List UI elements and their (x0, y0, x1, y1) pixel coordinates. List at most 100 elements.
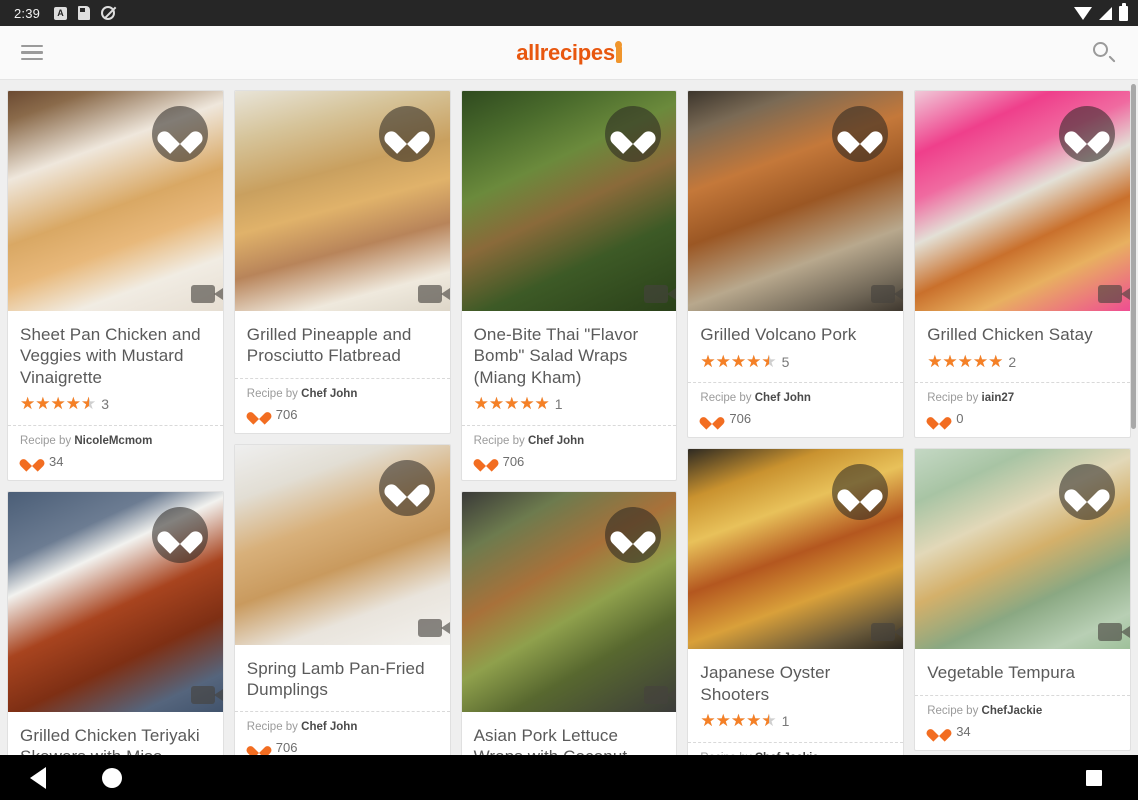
recipe-title[interactable]: Asian Pork Lettuce Wraps with Coconut-Li… (474, 725, 665, 755)
recipe-title[interactable]: Grilled Chicken Satay (927, 324, 1118, 345)
masonry-column-5: Grilled Chicken Satay ★★★★★ ★★★★★ 2 Recipe b… (914, 90, 1131, 751)
recipe-title[interactable]: Grilled Pineapple and Prosciutto Flatbre… (247, 324, 438, 367)
android-tablet-screen: 2:39 A allrecipes Sheet Pan Chicken and … (0, 0, 1138, 800)
recents-square-icon[interactable] (1086, 769, 1102, 786)
recipe-author[interactable]: Recipe by Chef John (247, 388, 438, 400)
recipe-image[interactable] (915, 449, 1130, 650)
recipe-card[interactable]: Grilled Pineapple and Prosciutto Flatbre… (233, 90, 451, 434)
favorite-heart-button[interactable] (1058, 106, 1115, 162)
favorite-count-row: 706 (700, 411, 891, 426)
recipe-card[interactable]: Grilled Chicken Satay ★★★★★ ★★★★★ 2 Recipe b… (914, 90, 1131, 439)
status-bar: 2:39 A (0, 0, 1138, 26)
recipe-author[interactable]: Recipe by Chef John (474, 435, 665, 447)
recipe-by-label: Recipe by (246, 721, 302, 733)
recipe-author[interactable]: Recipe by NicoleMcmom (20, 435, 211, 447)
recipe-image[interactable] (461, 91, 677, 311)
recipe-card-body: One-Bite Thai "Flavor Bomb" Salad Wraps … (462, 311, 677, 414)
favorite-count-row: 706 (247, 740, 438, 755)
recipe-title[interactable]: Grilled Chicken Teriyaki Skewers with Mi… (20, 725, 211, 755)
heart-icon (846, 122, 874, 147)
favorite-count: 706 (275, 740, 298, 755)
star-rating: ★★★★★★★★★★ (474, 395, 550, 412)
masonry-grid: Sheet Pan Chicken and Veggies with Musta… (7, 90, 1131, 755)
recipe-card[interactable]: One-Bite Thai "Flavor Bomb" Salad Wraps … (460, 90, 678, 481)
recipe-card[interactable]: Sheet Pan Chicken and Veggies with Musta… (7, 90, 224, 481)
favorite-heart-button[interactable] (151, 106, 208, 162)
heart-icon (1073, 122, 1101, 147)
recipe-title[interactable]: Japanese Oyster Shooters (700, 662, 891, 705)
apk-icon: A (54, 6, 68, 20)
recipe-card[interactable]: Grilled Chicken Teriyaki Skewers with Mi… (7, 490, 224, 755)
favorite-heart-button[interactable] (1058, 464, 1115, 521)
sd-card-icon (78, 6, 91, 20)
heart-filled-icon (251, 741, 267, 755)
search-icon[interactable] (1090, 39, 1118, 67)
heart-icon (846, 480, 874, 505)
video-camera-icon (871, 285, 904, 303)
favorite-heart-button[interactable] (605, 106, 662, 162)
recipe-image[interactable] (8, 491, 223, 712)
recipe-image[interactable] (915, 91, 1130, 311)
heart-filled-icon (24, 454, 40, 468)
status-clock: 2:39 (14, 5, 41, 21)
favorite-heart-button[interactable] (378, 106, 435, 162)
recipe-by-label: Recipe by (473, 434, 528, 447)
hamburger-menu-icon[interactable] (21, 41, 43, 65)
recipe-by-label: Recipe by (927, 704, 982, 717)
heart-icon (166, 522, 194, 547)
rating-row: ★★★★★★★★★★1 (700, 712, 891, 731)
back-triangle-icon[interactable] (30, 766, 46, 789)
recipe-image[interactable] (234, 444, 450, 645)
favorite-heart-button[interactable] (605, 506, 662, 563)
recipe-card[interactable]: Japanese Oyster Shooters ★★★★★★★★★★ 1 Recip… (687, 448, 905, 755)
favorite-count: 0 (956, 411, 964, 427)
recipe-author[interactable]: Recipe by Chef John (247, 721, 438, 733)
favorite-count: 706 (502, 453, 525, 469)
recipe-title[interactable]: One-Bite Thai "Flavor Bomb" Salad Wraps … (474, 324, 665, 388)
rating-row: ★★★★★ ★★★★★ 2 (927, 352, 1118, 371)
recipe-title[interactable]: Vegetable Tempura (927, 662, 1118, 683)
recipe-card-footer: Recipe by Chef Jackie34 (688, 741, 904, 755)
recipe-title[interactable]: Spring Lamb Pan-Fried Dumplings (247, 658, 438, 701)
recipe-card-body: Grilled Pineapple and Prosciutto Flatbre… (235, 311, 450, 367)
rating-row: ★★★★★★★★★★ 5 (700, 352, 891, 371)
favorite-count-row: 34 (20, 454, 211, 469)
masonry-column-2: Grilled Pineapple and Prosciutto Flatbre… (233, 90, 451, 755)
status-left-icons: A (54, 6, 116, 20)
favorite-count: 706 (729, 411, 752, 427)
recipe-card[interactable]: Asian Pork Lettuce Wraps with Coconut-Li… (460, 490, 678, 755)
recipe-title[interactable]: Sheet Pan Chicken and Veggies with Musta… (20, 324, 211, 388)
recipe-card[interactable]: Spring Lamb Pan-Fried Dumplings Recipe by… (233, 443, 451, 755)
favorite-heart-button[interactable] (151, 506, 208, 563)
home-circle-icon[interactable] (102, 767, 122, 788)
author-name: Chef John (527, 434, 585, 447)
video-camera-icon (190, 285, 223, 303)
author-name: ChefJackie (981, 704, 1043, 717)
rating-row: ★★★★★★★★★★ 3 (20, 395, 211, 414)
star-rating: ★★★★★★★★★★ (700, 712, 776, 729)
recipe-image[interactable] (688, 91, 904, 311)
recipe-title[interactable]: Grilled Volcano Pork (700, 324, 891, 345)
recipe-image[interactable] (8, 91, 223, 311)
recipe-card[interactable]: Grilled Volcano Pork ★★★★★★★★★★ 5 Recipe by… (687, 90, 905, 439)
recipe-author[interactable]: Recipe by Chef John (700, 392, 891, 404)
recipe-feed[interactable]: Sheet Pan Chicken and Veggies with Musta… (0, 81, 1138, 755)
rating-row: ★★★★★★★★★★1 (474, 395, 665, 414)
vertical-scrollbar[interactable] (1131, 84, 1136, 429)
recipe-image[interactable] (234, 91, 450, 311)
video-camera-icon (871, 623, 904, 642)
heart-icon (166, 122, 194, 147)
video-camera-icon (417, 285, 450, 303)
recipe-author[interactable]: Recipe by iain27 (927, 392, 1118, 404)
recipe-card-body: Vegetable Tempura (915, 649, 1130, 683)
spoon-icon (615, 40, 623, 63)
recipe-card-footer: Recipe by iain27 0 (915, 382, 1130, 437)
recipe-image[interactable] (688, 449, 904, 650)
video-camera-icon (190, 685, 223, 704)
recipe-image[interactable] (461, 491, 677, 712)
app-bar: allrecipes (0, 26, 1138, 80)
recipe-card[interactable]: Vegetable Tempura Recipe by ChefJackie 34 (914, 448, 1131, 751)
recipe-author[interactable]: Recipe by ChefJackie (927, 705, 1118, 717)
favorite-heart-button[interactable] (378, 459, 435, 516)
favorite-heart-button[interactable] (832, 106, 889, 162)
